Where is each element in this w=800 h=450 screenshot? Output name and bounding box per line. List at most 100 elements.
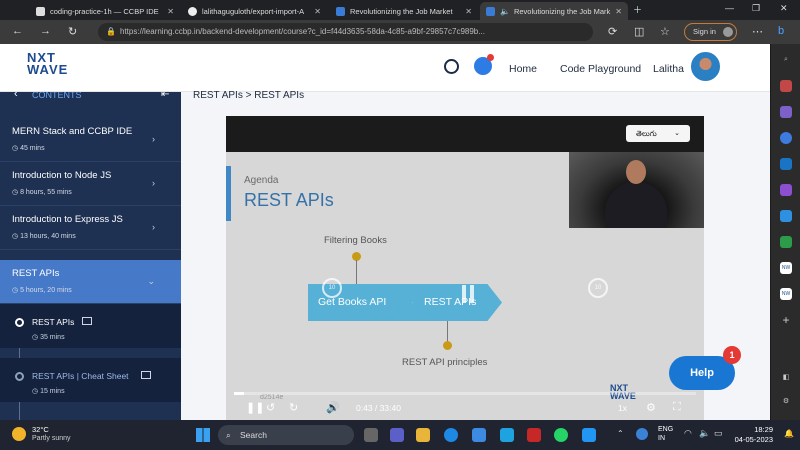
add-icon[interactable]: + [780,314,792,326]
nav-home[interactable]: Home [509,63,537,75]
module-duration: ◷ 45 mins [12,145,45,152]
mcafee-icon[interactable] [527,428,541,442]
store-icon[interactable] [472,428,486,442]
clock-icon: ◷ [12,145,21,152]
settings-icon[interactable]: ⚙ [780,396,792,408]
module-intro-node[interactable]: Introduction to Node JS ◷ 8 hours, 55 mi… [0,162,181,206]
module-title: Introduction to Node JS [12,170,112,181]
weather-temp: 32°C [32,425,49,434]
system-clock[interactable]: 18:29 04-05-2023 [733,425,773,445]
bing-icon[interactable]: b [778,25,784,37]
forward-10-icon[interactable]: 10 [588,278,608,298]
timer-icon[interactable] [444,59,459,74]
close-tab-icon[interactable]: ✕ [615,7,622,16]
browser-tab-3[interactable]: Revolutionizing the Job Market ✕ [330,2,478,20]
split-screen-icon[interactable]: ◫ [634,25,644,38]
module-mern-stack[interactable]: MERN Stack and CCBP IDE ◷ 45 mins › [0,118,181,162]
chevron-right-icon: › [152,222,155,232]
tab-title: Revolutionizing the Job Mark [513,6,611,16]
chevron-down-icon: ⌄ [147,276,155,286]
outlook-icon[interactable] [780,158,792,170]
diagram-label-top: Filtering Books [324,235,387,246]
browser-tab-4[interactable]: 🔈 Revolutionizing the Job Mark ✕ [480,2,628,20]
shopping-icon[interactable] [780,80,792,92]
tools-icon[interactable] [780,106,792,118]
tree-icon[interactable] [780,236,792,248]
search-icon[interactable]: ⌕ [780,54,792,66]
mysql-icon[interactable] [500,428,514,442]
language-select[interactable]: తెలుగు ⌄ [626,125,690,142]
nxtwave-app-icon[interactable]: NW [780,288,792,300]
nxtwave-logo[interactable]: NXT WAVE [27,51,68,76]
video-player[interactable]: తెలుగు ⌄ Agenda REST APIs Filtering Book… [226,116,704,420]
collapse-sidebar-icon[interactable]: ⇤ [161,92,169,100]
sidebar-toggle-icon[interactable]: ◧ [780,372,792,384]
office-icon[interactable] [780,184,792,196]
close-tab-icon[interactable]: ✕ [465,7,472,16]
volume-icon[interactable]: 🔈 [699,428,710,439]
forward-icon[interactable]: → [40,25,51,37]
module-duration: ◷ 8 hours, 55 mins [12,189,72,196]
rewind-10-icon[interactable]: 10 [322,278,342,298]
module-rest-apis[interactable]: REST APIs ◷ 5 hours, 20 mins ⌄ [0,260,181,304]
new-tab-icon[interactable]: ＋ [633,3,642,16]
language-indicator[interactable]: ENG IN [658,425,673,443]
taskbar-search[interactable]: ⌕ Search [218,425,354,445]
refresh-icon[interactable]: ↻ [68,25,77,38]
start-icon[interactable] [196,428,210,442]
sub-item-cheat-sheet[interactable]: REST APIs | Cheat Sheet ◷ 15 mins [0,358,181,402]
module-intro-express[interactable]: Introduction to Express JS ◷ 13 hours, 4… [0,206,181,250]
user-name[interactable]: Lalitha [653,63,684,75]
forward-icon[interactable]: ↻ [289,401,298,414]
fullscreen-icon[interactable]: ⛶ [673,401,681,414]
close-window-icon[interactable]: ✕ [780,3,788,14]
volume-icon[interactable]: 🔊 [326,401,340,414]
favorites-icon[interactable]: ☆ [660,25,670,38]
more-menu-icon[interactable]: ⋯ [752,25,763,38]
browser-tab-1[interactable]: coding-practice-1h — CCBP IDE ✕ [30,2,180,20]
playback-speed[interactable]: 1x [618,403,627,413]
clock-icon: ◷ [12,233,21,240]
chevron-up-icon[interactable]: ⌃ [617,429,624,438]
battery-icon[interactable]: ▭ [714,428,723,439]
pause-icon[interactable]: ❚❚ [246,401,264,414]
browser-tab-2[interactable]: lalithaguguloth/export-import-A ✕ [182,2,327,20]
drop-icon[interactable] [780,210,792,222]
task-view-icon[interactable] [364,428,378,442]
pause-overlay-icon[interactable] [462,285,474,303]
chevron-right-icon: › [152,178,155,188]
maximize-icon[interactable]: ❐ [752,3,760,14]
todo-icon[interactable] [582,428,596,442]
notifications-icon[interactable]: 🔔 [784,429,794,438]
search-icon: ⌕ [226,430,231,440]
games-icon[interactable] [780,132,792,144]
extensions-icon[interactable]: ⟳ [608,25,617,38]
whatsapp-icon[interactable] [554,428,568,442]
edge-icon[interactable] [444,428,458,442]
close-tab-icon[interactable]: ✕ [167,7,174,16]
lang-bottom: IN [658,435,665,442]
minimize-icon[interactable]: — [725,3,734,13]
cloud-icon[interactable] [636,428,648,440]
file-explorer-icon[interactable] [416,428,430,442]
wifi-icon[interactable]: ◠ [684,428,692,439]
video-progress-bar[interactable] [234,392,696,395]
sign-in-button[interactable]: Sign in [684,23,737,41]
module-title: REST APIs [12,268,60,279]
clock-icon: ◷ [12,287,21,294]
diagram-step-label: Get Books API [318,296,387,308]
url-input[interactable]: 🔒 https://learning.ccbp.in/backend-devel… [98,23,593,41]
weather-icon[interactable] [12,427,26,441]
close-tab-icon[interactable]: ✕ [314,7,321,16]
back-icon[interactable]: ← [12,25,23,37]
back-arrow-icon[interactable]: ‹ [14,92,18,100]
teams-icon[interactable] [390,428,404,442]
time-separator: / [374,403,378,413]
settings-icon[interactable]: ⚙ [646,401,656,414]
sub-item-rest-apis[interactable]: REST APIs ◷ 35 mins [0,304,181,348]
avatar[interactable] [691,52,720,81]
nxtwave-app-icon[interactable]: NW [780,262,792,274]
speaker-icon: 🔈 [500,6,510,16]
nav-code-playground[interactable]: Code Playground [560,63,641,75]
rewind-icon[interactable]: ↺ [266,401,275,414]
